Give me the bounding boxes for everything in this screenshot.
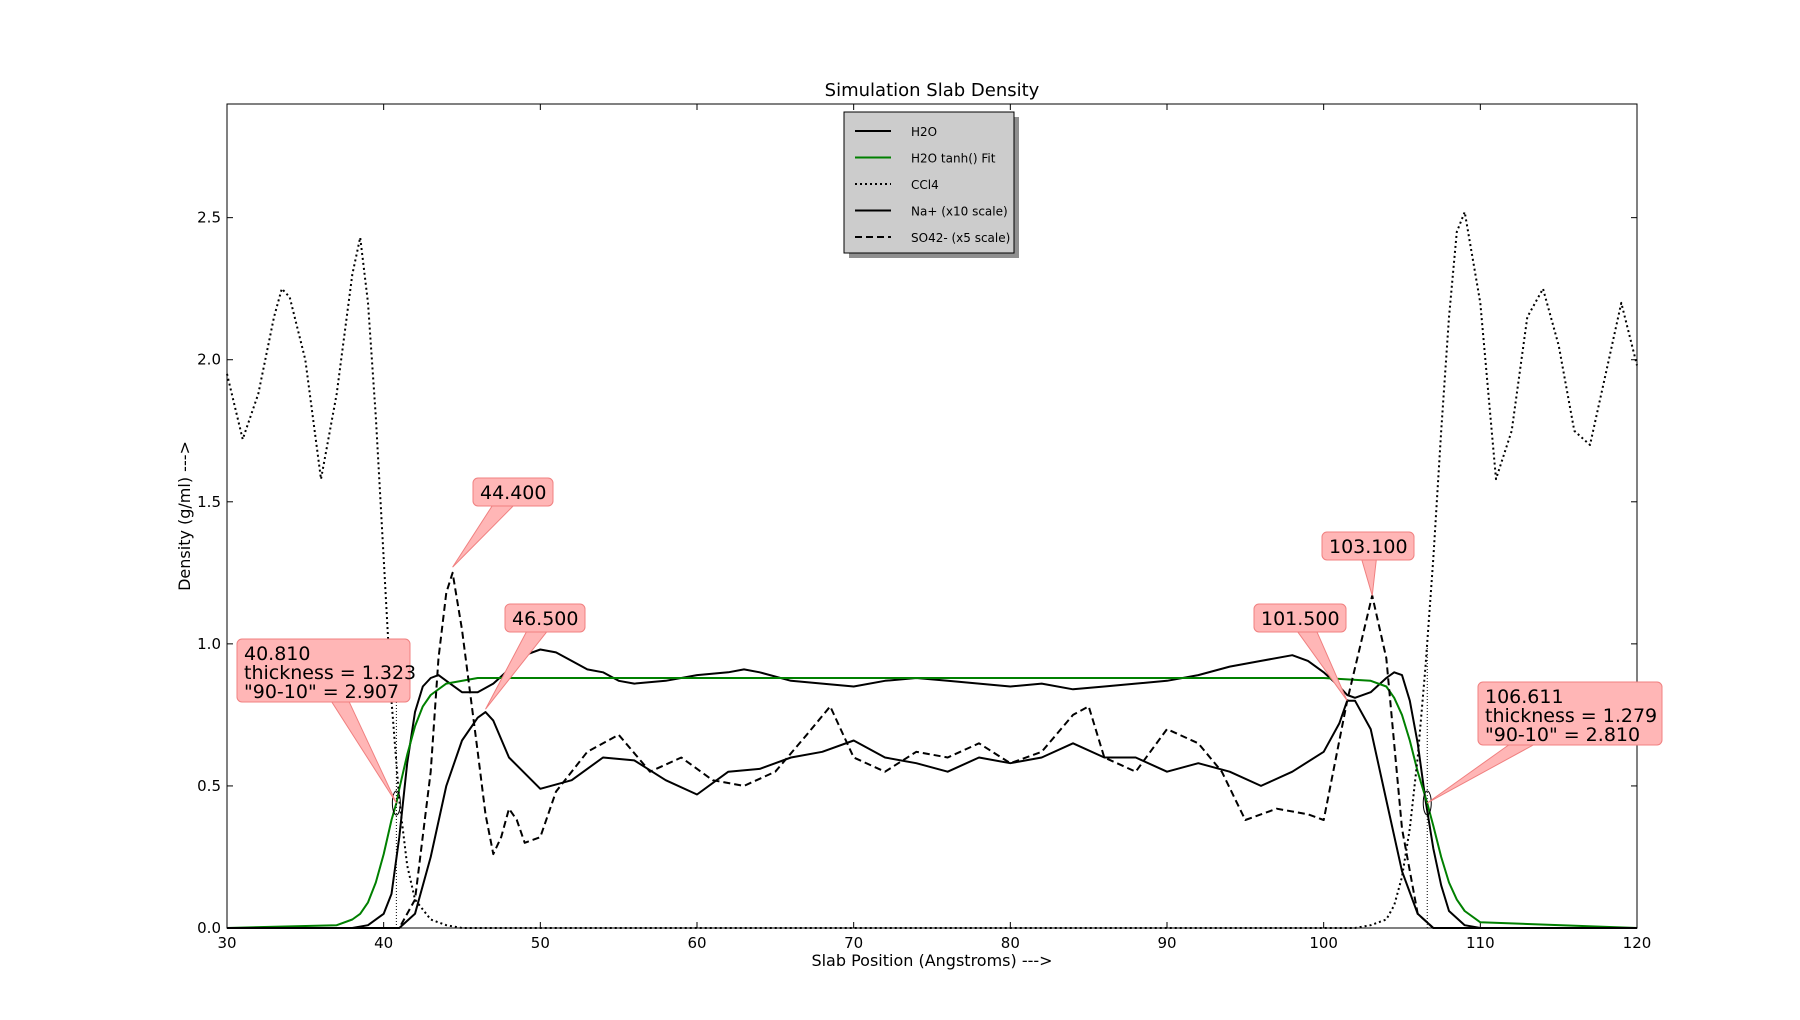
legend: H2O H2O tanh() Fit CCl4 Na+ (x10 scale) SO42… [843,111,1019,258]
x-tick-label: 100 [1309,934,1338,952]
legend-label-2: CCl4 [911,178,939,192]
y-tick-label: 2.5 [197,209,221,227]
legend-label-1: H2O tanh() Fit [911,152,996,166]
legend-label-4: SO42- (x5 scale) [911,231,1010,245]
x-tick-label: 110 [1466,934,1495,952]
x-tick-label: 120 [1623,934,1652,952]
x-tick-label: 50 [531,934,550,952]
x-tick-label: 70 [844,934,863,952]
x-tick-label: 90 [1157,934,1176,952]
x-axis-title: Slab Position (Angstroms) ---> [811,951,1052,970]
legend-label-0: H2O [911,125,937,139]
density-chart: Simulation Slab Density 30 40 50 60 70 80 90 10… [175,80,1663,970]
y-tick-label: 0.0 [197,919,221,937]
legend-label-3: Na+ (x10 scale) [911,205,1008,219]
callout-text: "90-10" = 2.907 [244,681,399,703]
x-tick-label: 40 [374,934,393,952]
callout-text: 46.500 [512,608,578,630]
y-tick-label: 0.5 [197,777,221,795]
x-tick-label: 60 [687,934,706,952]
y-tick-label: 2.0 [197,351,221,369]
x-tick-label: 80 [1001,934,1020,952]
callout-text: "90-10" = 2.810 [1485,724,1640,746]
callout-text: 103.100 [1329,536,1408,558]
callout-text: 101.500 [1261,608,1340,630]
y-axis-title: Density (g/ml) ---> [175,441,194,591]
y-tick-label: 1.5 [197,493,221,511]
y-tick-label: 1.0 [197,635,221,653]
chart-title: Simulation Slab Density [825,80,1040,101]
callout-text: 44.400 [480,482,546,504]
